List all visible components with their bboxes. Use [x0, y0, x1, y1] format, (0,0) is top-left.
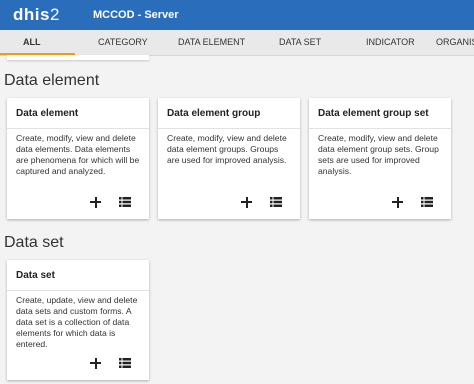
card-description: Create, update, view and delete data set… [16, 295, 138, 349]
card-data-element-group-set: Data element group set Create, modify, v… [309, 98, 451, 219]
tab-data-element[interactable]: DATA ELEMENT [178, 30, 245, 55]
card-title: Data element [7, 98, 149, 129]
dhis2-logo[interactable]: dhis2 [13, 5, 60, 25]
tab-all[interactable]: ALL [23, 30, 41, 55]
card-actions [90, 195, 131, 209]
list-icon[interactable] [270, 197, 282, 207]
section-title-data-set: Data set [4, 234, 64, 251]
list-icon[interactable] [421, 197, 433, 207]
card-description: Create, modify, view and delete data ele… [167, 133, 287, 165]
plus-icon[interactable] [392, 196, 403, 208]
card-description: Create, modify, view and delete data ele… [318, 133, 439, 176]
card-data-element: Data element Create, modify, view and de… [7, 98, 149, 219]
app-title: MCCOD - Server [93, 9, 179, 21]
card-title: Data element group [158, 98, 300, 129]
card-data-set: Data set Create, update, view and delete… [7, 260, 149, 380]
card-description: Create, modify, view and delete data ele… [16, 133, 140, 176]
tab-category[interactable]: CATEGORY [98, 30, 148, 55]
plus-icon[interactable] [241, 196, 252, 208]
card-actions [392, 195, 433, 209]
list-icon[interactable] [119, 358, 131, 368]
app-header: dhis2 MCCOD - Server [0, 0, 474, 30]
card-title: Data set [7, 260, 149, 291]
card-bottom-edge [7, 55, 149, 60]
section-title-data-element: Data element [4, 72, 100, 89]
tab-data-set[interactable]: DATA SET [279, 30, 321, 55]
tab-organisation-unit[interactable]: ORGANIS [436, 30, 474, 55]
plus-icon[interactable] [90, 196, 101, 208]
card-actions [90, 356, 131, 370]
card-title: Data element group set [309, 98, 451, 129]
tab-indicator[interactable]: INDICATOR [366, 30, 415, 55]
list-icon[interactable] [119, 197, 131, 207]
card-actions [241, 195, 282, 209]
card-data-element-group: Data element group Create, modify, view … [158, 98, 300, 219]
plus-icon[interactable] [90, 357, 101, 369]
